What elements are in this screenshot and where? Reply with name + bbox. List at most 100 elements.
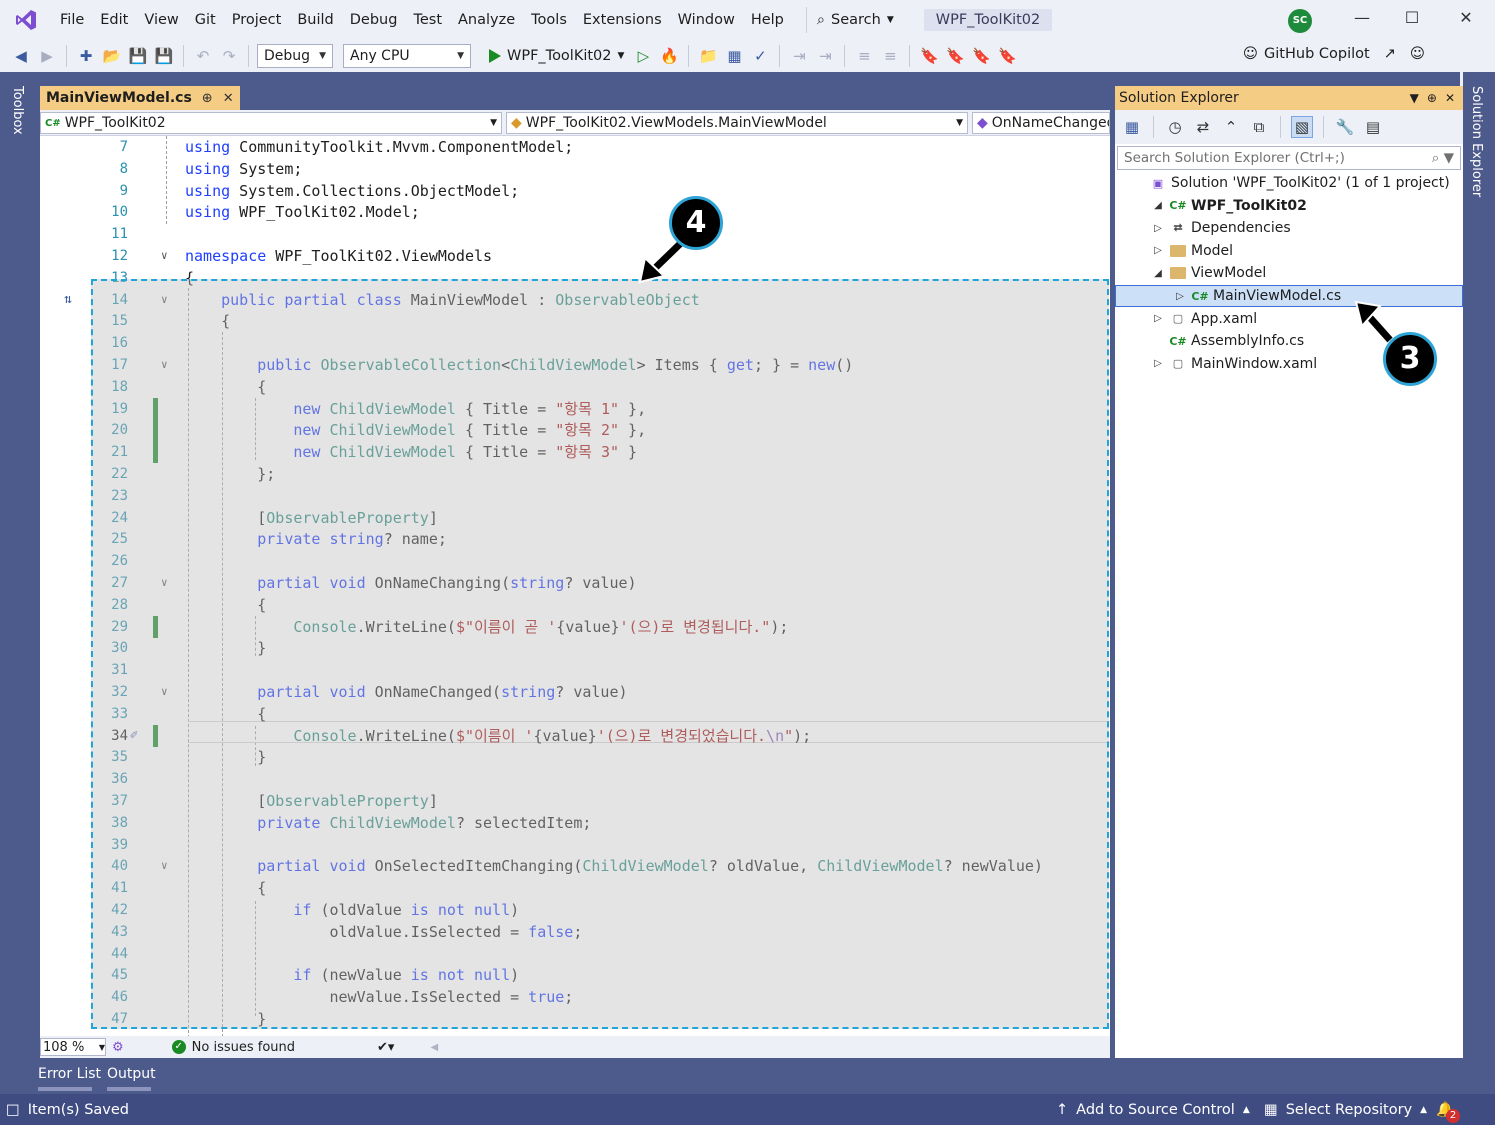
menu-window[interactable]: Window: [670, 0, 743, 40]
pin-icon[interactable]: ⊕: [1427, 91, 1437, 105]
uncomment-icon[interactable]: ≡: [879, 45, 901, 67]
add-to-source-control-button[interactable]: ↑ Add to Source Control ▲: [1056, 1102, 1250, 1118]
navigate-back-icon[interactable]: ◀: [10, 45, 32, 67]
menu-view[interactable]: View: [136, 0, 186, 40]
code-line[interactable]: 8 using System;: [40, 158, 1110, 180]
expand-toggle-icon[interactable]: ▷: [1173, 291, 1187, 302]
search-button[interactable]: ⌕ Search ▼: [805, 7, 904, 33]
pin-icon[interactable]: ⊕: [202, 91, 213, 106]
select-repository-button[interactable]: ▦ Select Repository ▲: [1264, 1102, 1427, 1118]
tab-error-list[interactable]: Error List: [38, 1066, 101, 1082]
tree-item-viewmodel[interactable]: ◢ ViewModel: [1115, 262, 1463, 284]
intellicode-icon[interactable]: ⚙: [112, 1040, 124, 1055]
start-without-debugging-icon[interactable]: ▷: [632, 45, 654, 67]
switch-views-icon[interactable]: ▦: [1121, 116, 1143, 138]
menu-project[interactable]: Project: [224, 0, 290, 40]
tree-item-solution-wpf-toolkit02-1-of-1-project[interactable]: ▣ Solution 'WPF_ToolKit02' (1 of 1 projec…: [1115, 172, 1463, 194]
scroll-left-icon[interactable]: ◀: [430, 1042, 438, 1053]
menu-debug[interactable]: Debug: [342, 0, 406, 40]
menu-tools[interactable]: Tools: [523, 0, 575, 40]
platform-dropdown[interactable]: Any CPU ▼: [343, 44, 471, 68]
new-project-icon[interactable]: ✚: [75, 45, 97, 67]
tree-item-wpf-toolkit02[interactable]: ◢ C# WPF_ToolKit02: [1115, 195, 1463, 217]
tree-item-mainviewmodel-cs[interactable]: ▷ C# MainViewModel.cs: [1115, 285, 1463, 307]
tree-item-dependencies[interactable]: ▷ ⮂ Dependencies: [1115, 217, 1463, 239]
menu-file[interactable]: File: [52, 0, 92, 40]
hot-reload-icon[interactable]: 🔥: [658, 45, 680, 67]
redo-icon[interactable]: ↷: [218, 45, 240, 67]
step-icon[interactable]: ⇥: [788, 45, 810, 67]
minimize-button[interactable]: —: [1350, 8, 1374, 32]
tab-output[interactable]: Output: [107, 1066, 156, 1082]
bookmark-icon[interactable]: 🔖: [918, 45, 940, 67]
menu-test[interactable]: Test: [405, 0, 450, 40]
filter-icon[interactable]: ▧: [1291, 116, 1313, 138]
show-all-files-icon[interactable]: ⧉: [1248, 116, 1270, 138]
spellcheck-icon[interactable]: ✓: [749, 45, 771, 67]
menu-build[interactable]: Build: [289, 0, 341, 40]
expand-toggle-icon[interactable]: ▷: [1151, 358, 1165, 369]
issues-status[interactable]: No issues found: [192, 1040, 295, 1055]
browse-folder-icon[interactable]: 📁: [697, 45, 719, 67]
tree-item-app-xaml[interactable]: ▷ ▢ App.xaml: [1115, 308, 1463, 330]
comment-icon[interactable]: ≡: [853, 45, 875, 67]
preview-icon[interactable]: ▤: [1362, 116, 1384, 138]
notifications-button[interactable]: 🔔 2: [1436, 1101, 1460, 1123]
tree-item-model[interactable]: ▷ Model: [1115, 240, 1463, 262]
properties-icon[interactable]: 🔧: [1334, 116, 1356, 138]
undo-icon[interactable]: ↶: [192, 45, 214, 67]
expand-toggle-icon[interactable]: ◢: [1151, 200, 1165, 211]
clear-bookmarks-icon[interactable]: 🔖: [996, 45, 1018, 67]
pending-changes-icon[interactable]: ◷: [1164, 116, 1186, 138]
member-nav-dropdown[interactable]: ◆ OnNameChanged: [972, 112, 1110, 134]
toolbox-tab[interactable]: Toolbox: [10, 86, 25, 135]
menu-help[interactable]: Help: [743, 0, 792, 40]
expand-toggle-icon[interactable]: ▷: [1151, 223, 1165, 234]
menu-analyze[interactable]: Analyze: [450, 0, 523, 40]
account-avatar[interactable]: SC: [1288, 9, 1312, 33]
inheritance-glyph-icon[interactable]: ⇅: [64, 289, 72, 311]
expand-toggle-icon[interactable]: ▷: [1151, 245, 1165, 256]
window-position-icon[interactable]: ▼: [1410, 91, 1419, 105]
code-cleanup-icon[interactable]: ✔▾: [377, 1040, 394, 1055]
menu-edit[interactable]: Edit: [92, 0, 136, 40]
solution-explorer-search-input[interactable]: Search Solution Explorer (Ctrl+;) ⌕ ▼: [1117, 146, 1461, 170]
code-line[interactable]: 7 using CommunityToolkit.Mvvm.ComponentMo…: [40, 136, 1110, 158]
previous-bookmark-icon[interactable]: 🔖: [944, 45, 966, 67]
close-panel-icon[interactable]: ✕: [1445, 91, 1455, 105]
zoom-value: 108 %: [43, 1039, 85, 1055]
close-window-button[interactable]: ✕: [1454, 8, 1478, 32]
code-line[interactable]: 9 using System.Collections.ObjectModel;: [40, 180, 1110, 202]
visual-studio-logo-icon[interactable]: [14, 8, 38, 32]
start-debugging-button[interactable]: WPF_ToolKit02 ▼: [485, 48, 628, 64]
menu-extensions[interactable]: Extensions: [575, 0, 670, 40]
method-icon: ◆: [977, 115, 988, 131]
navigate-forward-icon[interactable]: ▶: [36, 45, 58, 67]
github-copilot-button[interactable]: ☺ GitHub Copilot ↗ ☺: [1243, 46, 1425, 62]
next-bookmark-icon[interactable]: 🔖: [970, 45, 992, 67]
code-line[interactable]: 11: [40, 223, 1110, 245]
configuration-dropdown[interactable]: Debug ▼: [257, 44, 333, 68]
maximize-button[interactable]: ☐: [1400, 8, 1424, 32]
save-all-icon[interactable]: 💾: [153, 45, 175, 67]
step-over-icon[interactable]: ⇥: [814, 45, 836, 67]
fold-toggle-icon[interactable]: ∨: [161, 245, 168, 267]
expand-toggle-icon[interactable]: ◢: [1151, 268, 1165, 279]
share-icon: ↗: [1383, 46, 1396, 62]
code-line[interactable]: 12 ∨ namespace WPF_ToolKit02.ViewModels: [40, 245, 1110, 267]
expand-toggle-icon[interactable]: ▷: [1151, 313, 1165, 324]
close-tab-icon[interactable]: ✕: [223, 91, 234, 106]
tab-mainviewmodel[interactable]: MainViewModel.cs ⊕ ✕: [40, 86, 240, 110]
sync-icon[interactable]: ⇄: [1192, 116, 1214, 138]
source-control-label: Add to Source Control: [1076, 1101, 1235, 1118]
menu-git[interactable]: Git: [187, 0, 224, 40]
layout-icon[interactable]: ▦: [723, 45, 745, 67]
solution-explorer-side-tab[interactable]: Solution Explorer: [1469, 86, 1484, 197]
code-line[interactable]: 10 using WPF_ToolKit02.Model;: [40, 201, 1110, 223]
collapse-all-icon[interactable]: ⌃: [1220, 116, 1242, 138]
zoom-dropdown[interactable]: 108 % ▼: [40, 1038, 106, 1056]
class-nav-dropdown[interactable]: ◆ WPF_ToolKit02.ViewModels.MainViewModel…: [506, 112, 968, 134]
open-file-icon[interactable]: 📂: [101, 45, 123, 67]
save-icon[interactable]: 💾: [127, 45, 149, 67]
project-nav-dropdown[interactable]: C# WPF_ToolKit02 ▼: [40, 112, 502, 134]
